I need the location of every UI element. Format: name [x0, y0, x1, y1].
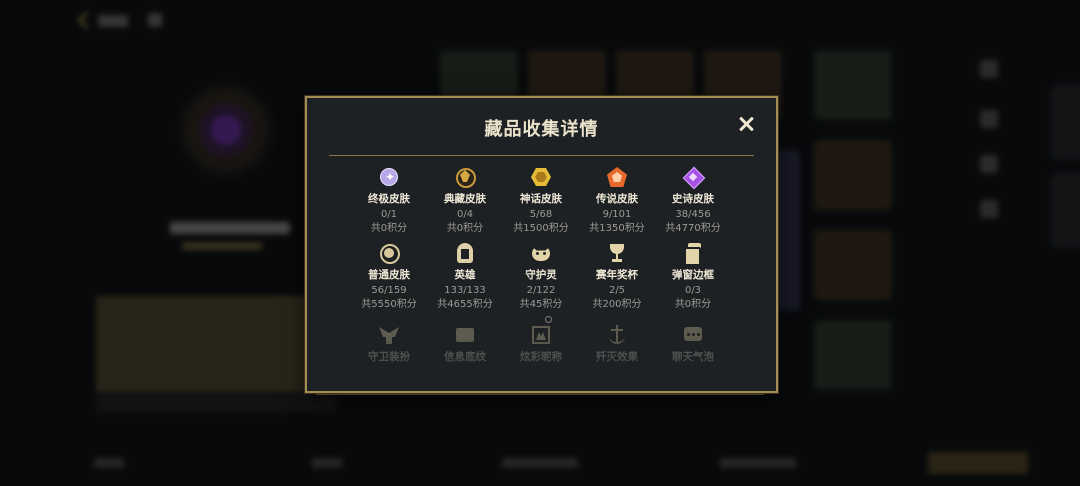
collection-item-popup-frame[interactable]: 弹窗边框 0/3 共0积分 — [653, 242, 733, 311]
collection-item-ward[interactable]: 守护灵 2/122 共45积分 — [501, 242, 581, 311]
item-label: 守卫装扮 — [368, 351, 410, 363]
scroll-indicator[interactable] — [545, 316, 552, 323]
champion-helmet-icon — [454, 242, 476, 264]
stream-title-icon — [530, 324, 552, 346]
item-label: 歼灭效果 — [596, 351, 638, 363]
item-count: 133/133 — [444, 285, 486, 296]
guardian-icon — [378, 324, 400, 346]
modal-title: 藏品收集详情 — [484, 119, 599, 140]
item-label: 典藏皮肤 — [444, 193, 486, 205]
item-count: 0/3 — [684, 285, 702, 296]
item-label: 史诗皮肤 — [672, 193, 714, 205]
chat-bubble-icon — [682, 324, 704, 346]
item-count: 2/5 — [608, 285, 626, 296]
epic-skin-icon — [682, 166, 706, 190]
popup-frame-icon — [682, 242, 704, 266]
item-points: 共5550积分 — [361, 299, 417, 310]
item-count: 0/1 — [380, 209, 398, 220]
collection-item-standard[interactable]: 普通皮肤 56/159 共5550积分 — [349, 242, 429, 311]
item-label: 终极皮肤 — [368, 193, 410, 205]
item-points: 共45积分 — [519, 299, 563, 310]
profile-frame-icon — [454, 324, 476, 346]
item-points: 共4770积分 — [665, 223, 721, 234]
collection-item-guardian[interactable]: 守卫装扮 — [349, 324, 429, 364]
item-points: 共1500积分 — [513, 223, 569, 234]
item-label: 信息底纹 — [444, 351, 486, 363]
ward-icon — [530, 242, 552, 264]
item-points: 共1350积分 — [589, 223, 645, 234]
item-label: 神话皮肤 — [520, 193, 562, 205]
collection-item-profile-frame[interactable]: 信息底纹 — [425, 324, 505, 364]
item-label: 英雄 — [454, 269, 476, 281]
legendary-skin-icon — [606, 166, 628, 188]
collection-item-stream-title[interactable]: 炫彩昵称 — [501, 324, 581, 364]
item-count: 2/122 — [526, 285, 556, 296]
collection-item-legendary[interactable]: 传说皮肤 9/101 共1350积分 — [577, 166, 657, 235]
collection-item-prestige[interactable]: 典藏皮肤 0/4 共0积分 — [425, 166, 505, 235]
item-points: 共4655积分 — [437, 299, 493, 310]
modal-shadow-edge — [316, 393, 764, 395]
item-count: 9/101 — [602, 209, 632, 220]
mythic-skin-icon — [530, 166, 552, 188]
item-points: 共0积分 — [370, 223, 408, 234]
item-count: 38/456 — [675, 209, 711, 220]
trophy-icon — [606, 242, 628, 264]
item-label: 普通皮肤 — [368, 269, 410, 281]
collection-item-ultimate[interactable]: ✦ 终极皮肤 0/1 共0积分 — [349, 166, 429, 235]
standard-skin-icon — [378, 242, 400, 264]
item-count: 5/68 — [529, 209, 553, 220]
item-label: 炫彩昵称 — [520, 351, 562, 363]
item-count: 0/4 — [456, 209, 474, 220]
ultimate-skin-icon: ✦ — [378, 166, 400, 188]
collection-item-trophy[interactable]: 赛年奖杯 2/5 共200积分 — [577, 242, 657, 311]
item-points: 共200积分 — [592, 299, 642, 310]
collection-details-modal: 藏品收集详情 ✦ 终极皮肤 0/1 共0积分 典藏皮肤 0/4 共0积分 神话皮… — [305, 96, 778, 393]
item-label: 弹窗边框 — [672, 269, 714, 281]
collection-item-mythic[interactable]: 神话皮肤 5/68 共1500积分 — [501, 166, 581, 235]
collection-item-chat-bubble[interactable]: 聊天气泡 — [653, 324, 733, 364]
collection-item-champion[interactable]: 英雄 133/133 共4655积分 — [425, 242, 505, 311]
collection-item-anchor-effect[interactable]: 歼灭效果 — [577, 324, 657, 364]
item-label: 赛年奖杯 — [596, 269, 638, 281]
item-points: 共0积分 — [674, 299, 712, 310]
close-icon[interactable] — [736, 114, 756, 134]
item-label: 聊天气泡 — [672, 351, 714, 363]
item-label: 传说皮肤 — [596, 193, 638, 205]
item-label: 守护灵 — [525, 269, 557, 281]
title-divider — [329, 155, 754, 156]
anchor-effect-icon — [606, 324, 628, 346]
item-count: 56/159 — [371, 285, 407, 296]
collection-item-epic[interactable]: 史诗皮肤 38/456 共4770积分 — [653, 166, 733, 235]
item-points: 共0积分 — [446, 223, 484, 234]
prestige-skin-icon — [454, 166, 476, 188]
